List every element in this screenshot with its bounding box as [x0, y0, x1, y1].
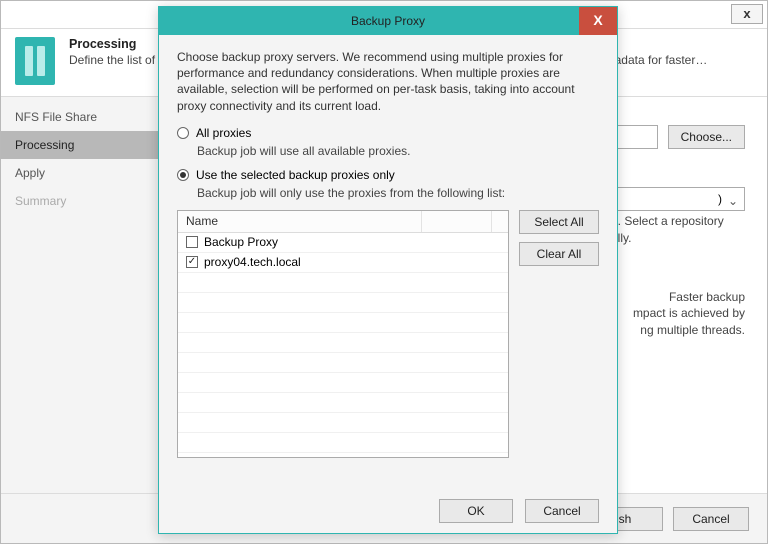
proxy-row-backup-proxy[interactable]: Backup Proxy	[178, 233, 508, 253]
proxy-row-label: proxy04.tech.local	[204, 255, 301, 269]
dialog-title: Backup Proxy	[351, 14, 425, 28]
nav-item-nfs[interactable]: NFS File Share	[1, 103, 158, 131]
radio-icon	[177, 127, 189, 139]
clear-all-button[interactable]: Clear All	[519, 242, 599, 266]
checkbox-icon[interactable]	[186, 256, 198, 268]
radio-all-proxies[interactable]: All proxies	[177, 126, 599, 140]
proxy-row-label: Backup Proxy	[204, 235, 278, 249]
checkbox-icon[interactable]	[186, 236, 198, 248]
choose-button[interactable]: Choose...	[668, 125, 745, 149]
proxy-table-header: Name	[178, 211, 508, 233]
select-all-button[interactable]: Select All	[519, 210, 599, 234]
proxy-table: Name Backup Proxy proxy04.tech.local	[177, 210, 509, 458]
dialog-cancel-button[interactable]: Cancel	[525, 499, 599, 523]
processing-icon	[15, 37, 55, 85]
nav-item-summary[interactable]: Summary	[1, 187, 158, 215]
wizard-nav: NFS File Share Processing Apply Summary	[1, 97, 159, 495]
dialog-titlebar: Backup Proxy X	[159, 7, 617, 35]
dropdown-text-fragment: )	[718, 188, 722, 210]
proxy-row-proxy04[interactable]: proxy04.tech.local	[178, 253, 508, 273]
col-scroll	[492, 211, 508, 232]
radio-all-label: All proxies	[196, 126, 251, 140]
radio-selected-label: Use the selected backup proxies only	[196, 168, 395, 182]
parent-close-button[interactable]: x	[731, 4, 763, 24]
ok-button[interactable]: OK	[439, 499, 513, 523]
nav-item-apply[interactable]: Apply	[1, 159, 158, 187]
radio-selected-proxies[interactable]: Use the selected backup proxies only	[177, 168, 599, 182]
radio-all-hint: Backup job will use all available proxie…	[197, 144, 599, 158]
col-spacer	[422, 211, 492, 232]
dialog-intro: Choose backup proxy servers. We recommen…	[177, 49, 599, 114]
radio-icon	[177, 169, 189, 181]
nav-item-processing[interactable]: Processing	[1, 131, 158, 159]
dialog-close-button[interactable]: X	[579, 7, 617, 35]
cancel-button[interactable]: Cancel	[673, 507, 749, 531]
dialog-footer: OK Cancel	[159, 489, 617, 533]
col-name[interactable]: Name	[178, 211, 422, 232]
backup-proxy-dialog: Backup Proxy X Choose backup proxy serve…	[158, 6, 618, 534]
radio-selected-hint: Backup job will only use the proxies fro…	[197, 186, 599, 200]
